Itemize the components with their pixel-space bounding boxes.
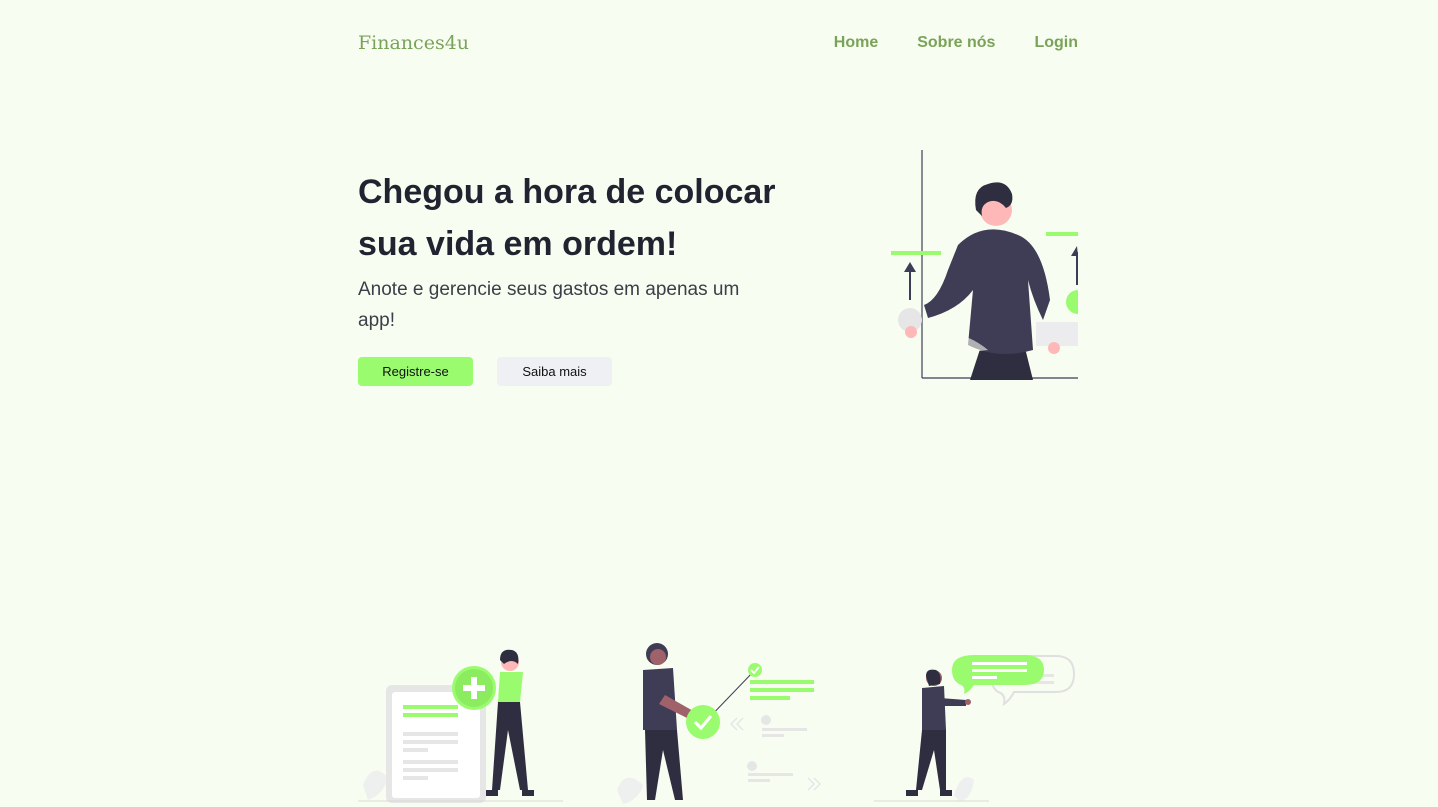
nav-about-link[interactable]: Sobre nós: [917, 34, 995, 52]
chat-illustration: [874, 655, 1076, 802]
brand-logo[interactable]: Finances4u: [358, 32, 469, 54]
checkmark-illustration: [617, 643, 822, 804]
add-document-illustration: [358, 649, 563, 803]
hero-person-illustration: [891, 150, 1078, 380]
hero-title: Chegou a hora de colocar sua vida em ord…: [358, 173, 776, 263]
top-nav: Home Sobre nós Login: [834, 34, 1078, 52]
learn-more-button[interactable]: Saiba mais: [497, 357, 612, 386]
nav-home-link[interactable]: Home: [834, 34, 878, 52]
hero-subtitle: Anote e gerencie seus gastos em apenas u…: [358, 279, 740, 331]
register-button[interactable]: Registre-se: [358, 357, 473, 386]
nav-login-link[interactable]: Login: [1034, 34, 1078, 52]
